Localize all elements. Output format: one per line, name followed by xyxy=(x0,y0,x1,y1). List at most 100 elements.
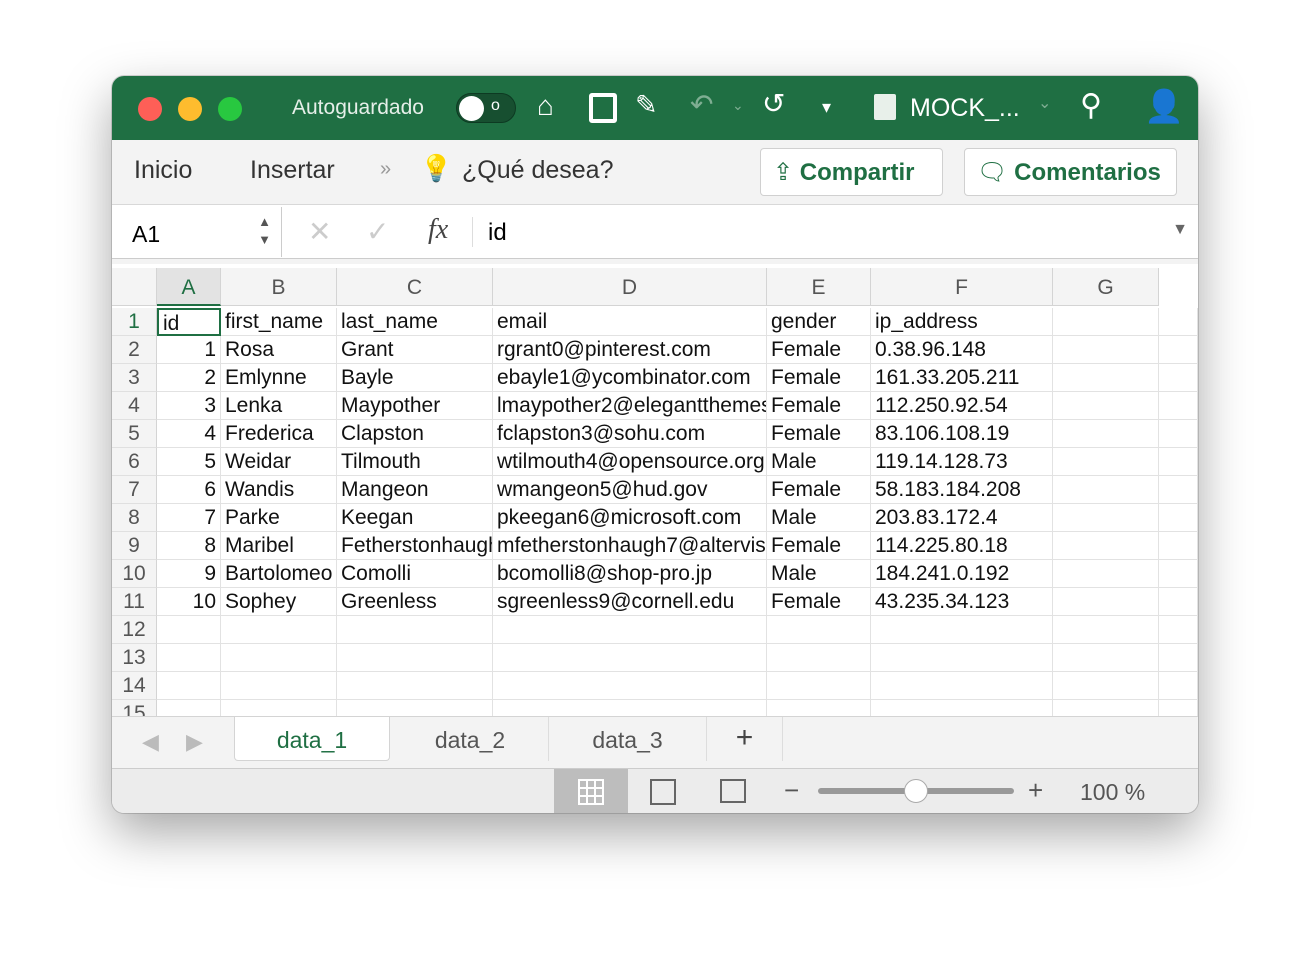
cell[interactable]: email xyxy=(493,308,767,336)
cell[interactable]: Comolli xyxy=(337,560,493,588)
cell[interactable] xyxy=(337,700,493,716)
cell[interactable]: Bayle xyxy=(337,364,493,392)
expand-formula-icon[interactable]: ▼ xyxy=(1172,221,1188,239)
zoom-button[interactable] xyxy=(218,97,242,121)
cell[interactable] xyxy=(767,700,871,716)
column-header-a[interactable]: A xyxy=(157,268,221,306)
cell[interactable]: Parke xyxy=(221,504,337,532)
tell-me-search[interactable]: ¿Qué desea? xyxy=(462,156,614,185)
row-header[interactable]: 4 xyxy=(112,392,157,420)
cell[interactable] xyxy=(767,616,871,644)
cell[interactable]: Male xyxy=(767,448,871,476)
cell[interactable] xyxy=(1159,560,1198,588)
cell[interactable] xyxy=(1053,392,1159,420)
cell[interactable]: 9 xyxy=(157,560,221,588)
cell[interactable]: 8 xyxy=(157,532,221,560)
row-header[interactable]: 13 xyxy=(112,644,157,672)
undo-dropdown-icon[interactable]: ⌄ xyxy=(732,98,744,112)
cell[interactable] xyxy=(157,616,221,644)
cell[interactable]: 4 xyxy=(157,420,221,448)
selected-cell[interactable]: id xyxy=(157,308,221,336)
cell[interactable] xyxy=(157,700,221,716)
cell[interactable] xyxy=(1053,448,1159,476)
cell[interactable]: Female xyxy=(767,392,871,420)
cell[interactable] xyxy=(1159,672,1198,700)
cell[interactable] xyxy=(1159,588,1198,616)
row-header[interactable]: 1 xyxy=(112,308,157,336)
edit-icon[interactable]: ✎ xyxy=(635,92,658,119)
filename-chevron-icon[interactable]: ⌄ xyxy=(1038,96,1051,112)
cell[interactable]: Emlynne xyxy=(221,364,337,392)
cell[interactable]: Greenless xyxy=(337,588,493,616)
formula-input[interactable]: id xyxy=(488,219,507,247)
cell[interactable] xyxy=(1159,700,1198,716)
cell[interactable]: 184.241.0.192 xyxy=(871,560,1053,588)
name-box-stepper-icon[interactable]: ▲ ▼ xyxy=(258,213,271,249)
comments-button[interactable]: 🗨 Comentarios xyxy=(964,148,1177,196)
cell[interactable] xyxy=(1053,476,1159,504)
prev-sheet-icon[interactable]: ◀ xyxy=(142,729,159,755)
cell[interactable] xyxy=(493,616,767,644)
cell[interactable]: Weidar xyxy=(221,448,337,476)
cell[interactable]: Female xyxy=(767,532,871,560)
cell[interactable] xyxy=(1159,532,1198,560)
cell[interactable] xyxy=(221,672,337,700)
cell[interactable] xyxy=(1159,476,1198,504)
cell[interactable]: 161.33.205.211 xyxy=(871,364,1053,392)
cell[interactable] xyxy=(1053,364,1159,392)
cell[interactable]: fclapston3@sohu.com xyxy=(493,420,767,448)
cell[interactable] xyxy=(1053,532,1159,560)
tab-insertar[interactable]: Insertar xyxy=(250,156,335,185)
page-break-view-icon[interactable] xyxy=(720,779,746,803)
file-name[interactable]: MOCK_... xyxy=(910,94,1020,123)
cell[interactable] xyxy=(1053,336,1159,364)
cell[interactable]: wtilmouth4@opensource.org xyxy=(493,448,767,476)
redo-icon[interactable]: ↺ xyxy=(762,90,785,118)
select-all-corner[interactable] xyxy=(112,268,157,306)
row-header[interactable]: 7 xyxy=(112,476,157,504)
cell[interactable] xyxy=(337,672,493,700)
cell[interactable]: Bartolomeo xyxy=(221,560,337,588)
row-header[interactable]: 14 xyxy=(112,672,157,700)
cell[interactable]: last_name xyxy=(337,308,493,336)
cell[interactable]: 6 xyxy=(157,476,221,504)
page-layout-view-icon[interactable] xyxy=(650,779,676,805)
row-header[interactable]: 2 xyxy=(112,336,157,364)
cell[interactable] xyxy=(871,644,1053,672)
cell[interactable] xyxy=(493,700,767,716)
function-icon[interactable]: fx xyxy=(428,214,448,246)
name-box[interactable]: A1 ▲ ▼ xyxy=(114,207,282,257)
cell[interactable] xyxy=(1159,616,1198,644)
home-icon[interactable]: ⌂ xyxy=(537,92,554,120)
autosave-toggle[interactable]: o xyxy=(456,93,516,123)
close-button[interactable] xyxy=(138,97,162,121)
sheet-tab-data-1[interactable]: data_1 xyxy=(234,717,390,761)
cell[interactable] xyxy=(493,644,767,672)
cell[interactable]: Maypother xyxy=(337,392,493,420)
column-header-e[interactable]: E xyxy=(767,268,871,306)
cell[interactable] xyxy=(337,644,493,672)
sheet-tab-data-2[interactable]: data_2 xyxy=(392,717,549,761)
undo-icon[interactable]: ↶ xyxy=(690,91,713,119)
cell[interactable]: wmangeon5@hud.gov xyxy=(493,476,767,504)
row-header[interactable]: 8 xyxy=(112,504,157,532)
cell[interactable]: 83.106.108.19 xyxy=(871,420,1053,448)
share-button[interactable]: ⇪ Compartir xyxy=(760,148,943,196)
spreadsheet-grid[interactable]: A B C D E F G 1 id first_name last_name email gender… xyxy=(112,264,1198,716)
column-header-g[interactable]: G xyxy=(1053,268,1159,306)
cell[interactable] xyxy=(1053,616,1159,644)
cell[interactable] xyxy=(493,672,767,700)
cell[interactable] xyxy=(1053,700,1159,716)
cell[interactable]: ip_address xyxy=(871,308,1053,336)
cell[interactable] xyxy=(157,644,221,672)
zoom-slider-thumb[interactable] xyxy=(904,779,928,803)
cell[interactable] xyxy=(767,672,871,700)
zoom-out-button[interactable]: − xyxy=(784,775,799,806)
more-tabs-icon[interactable]: » xyxy=(380,158,391,181)
zoom-slider[interactable] xyxy=(818,779,1014,803)
customize-toolbar-icon[interactable]: ▾ xyxy=(822,98,831,116)
cell[interactable] xyxy=(767,644,871,672)
cell[interactable]: 112.250.92.54 xyxy=(871,392,1053,420)
row-header[interactable]: 10 xyxy=(112,560,157,588)
share-user-icon[interactable]: 👤 xyxy=(1144,90,1184,122)
